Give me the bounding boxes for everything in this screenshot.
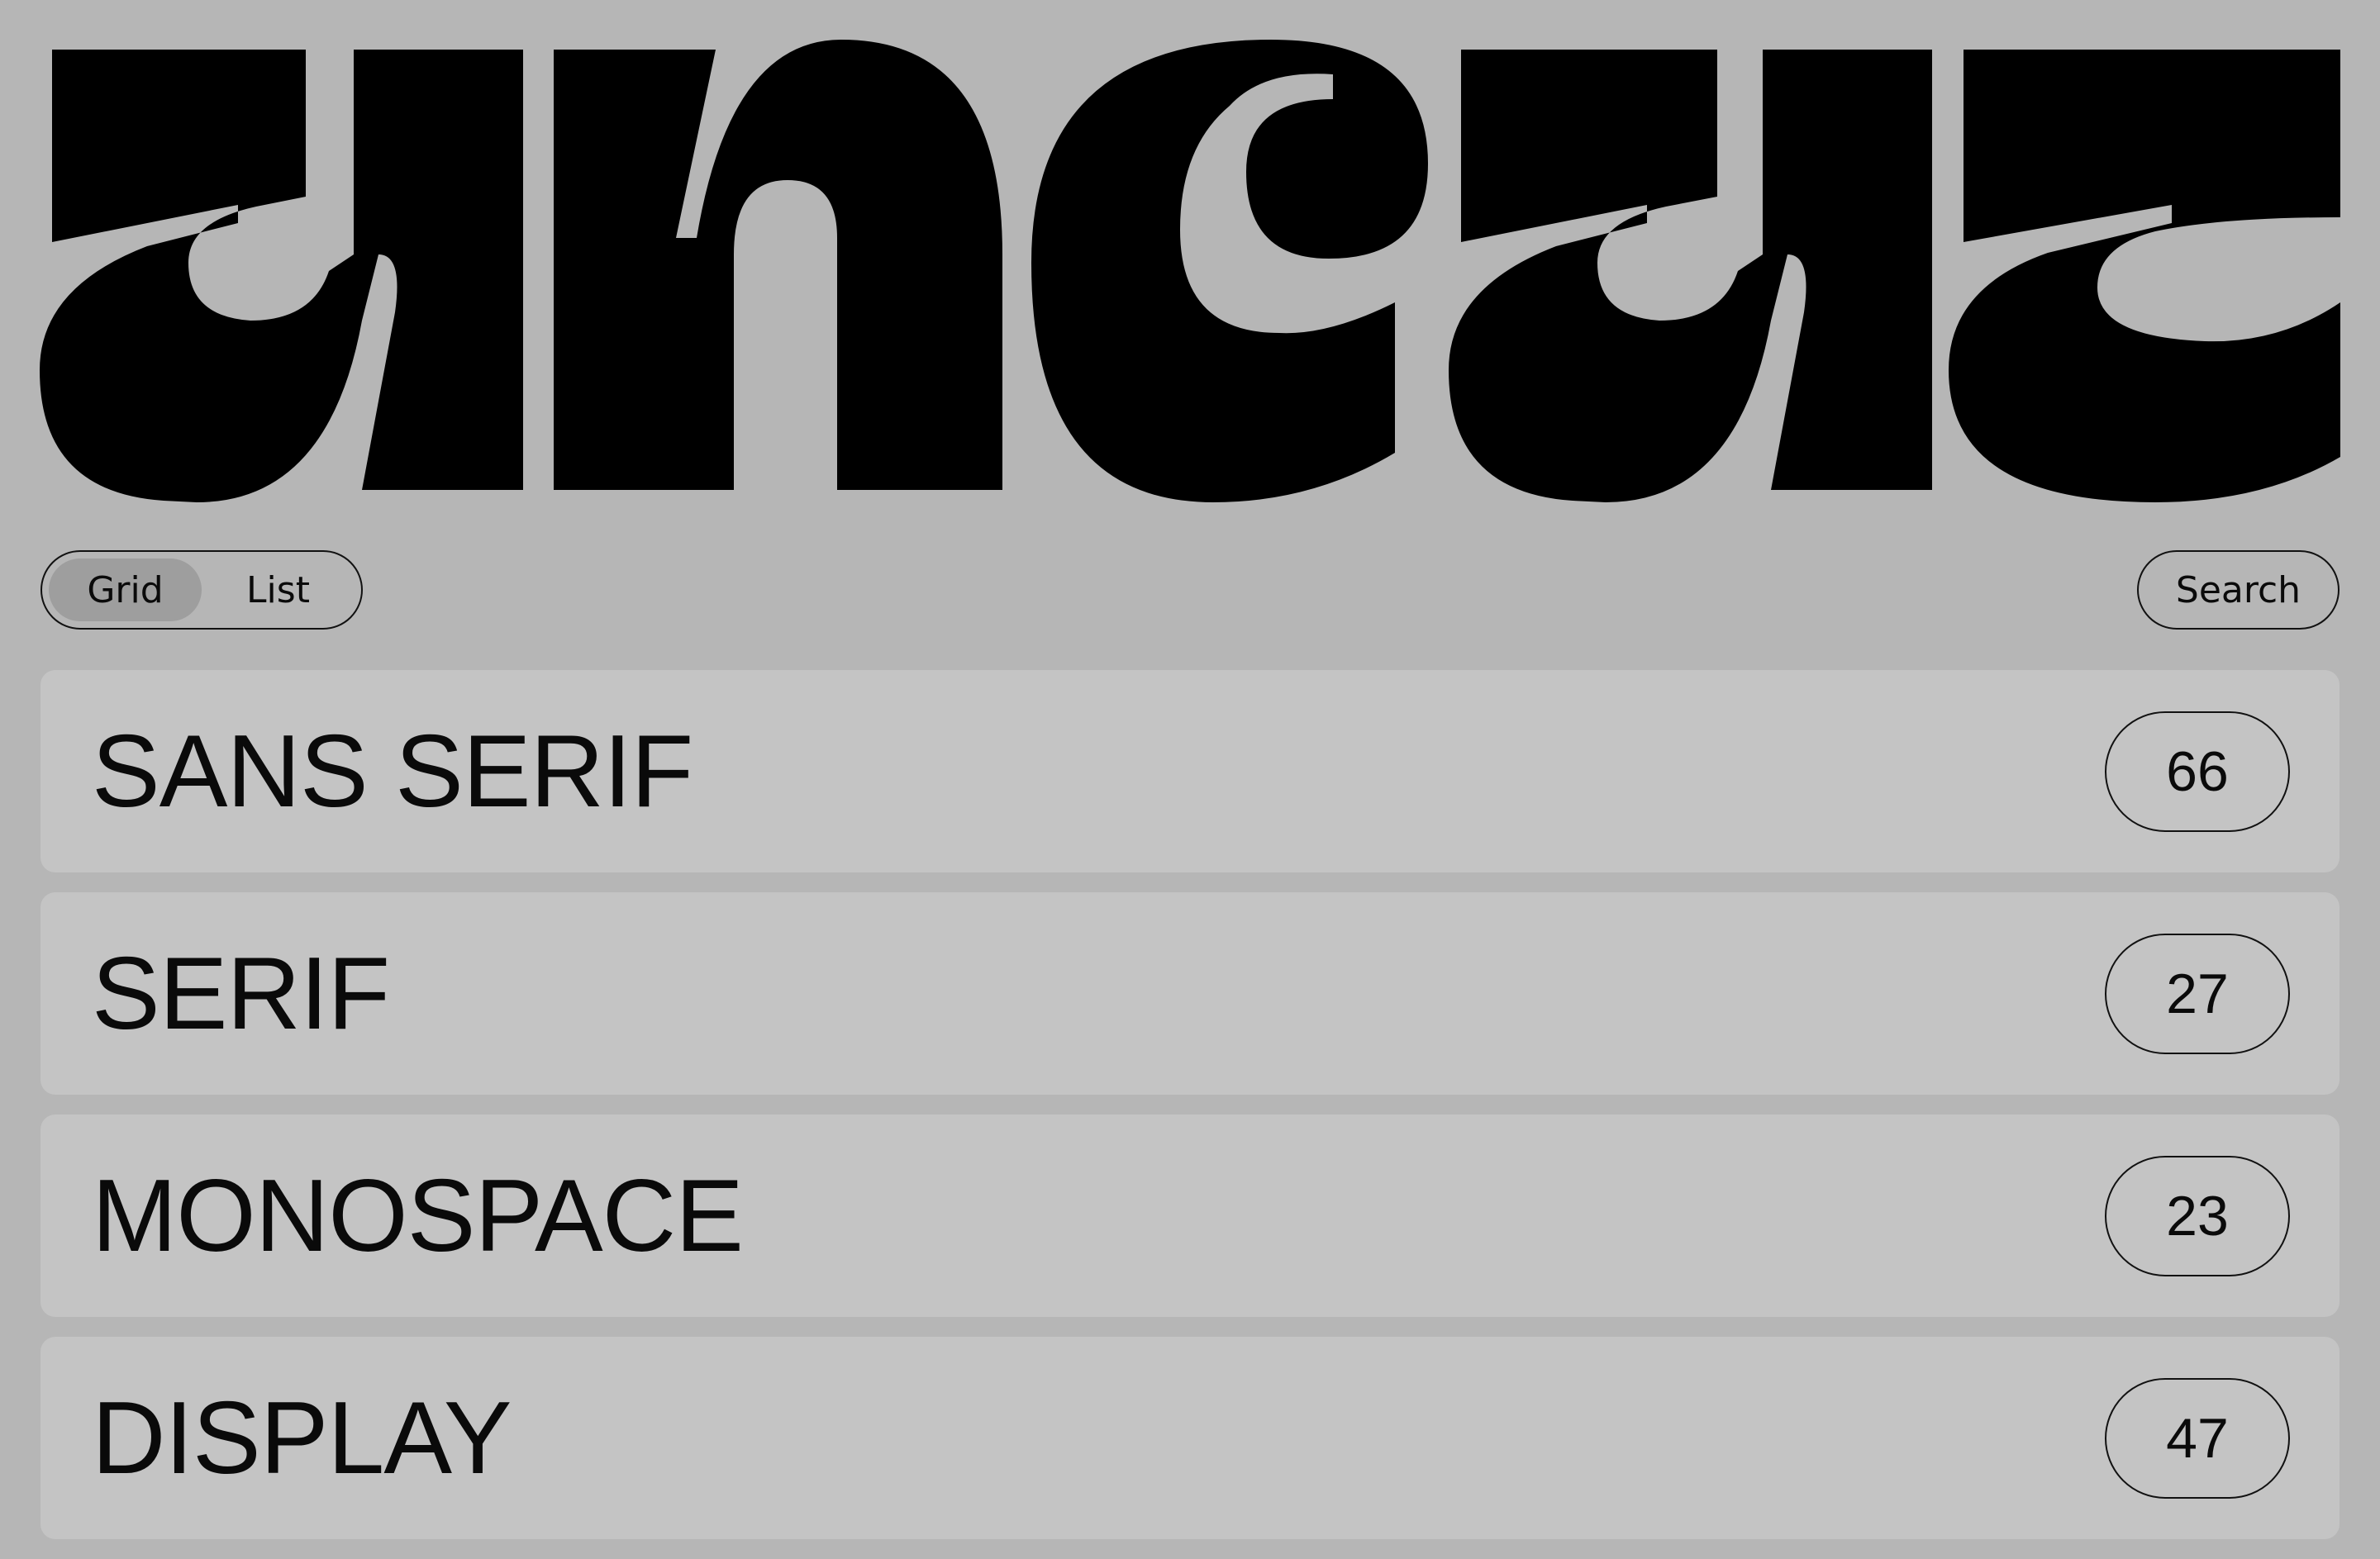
site-logo[interactable]	[40, 40, 2340, 502]
logo-glyph-3	[1031, 40, 1428, 502]
logo-glyph-1	[40, 50, 378, 502]
logo-wordmark	[40, 40, 2340, 502]
view-option-grid[interactable]: Grid	[49, 558, 202, 621]
page: Grid List Search SANS SERIF 66 SERIF 27 …	[0, 0, 2380, 1539]
category-row-serif[interactable]: SERIF 27	[40, 892, 2340, 1095]
category-name: MONOSPACE	[92, 1158, 744, 1273]
logo-glyph-4	[1449, 50, 1787, 502]
search-button[interactable]: Search	[2137, 550, 2340, 630]
view-option-list[interactable]: List	[202, 558, 355, 621]
category-name: SANS SERIF	[92, 714, 693, 829]
logo-glyph-4b	[1763, 50, 1932, 490]
logo-glyph-5	[1949, 50, 2340, 502]
toolbar: Grid List Search	[40, 550, 2340, 630]
logo-glyph-1b	[354, 50, 523, 490]
category-list: SANS SERIF 66 SERIF 27 MONOSPACE 23 DISP…	[40, 670, 2340, 1559]
category-name: DISPLAY	[92, 1381, 512, 1495]
category-row-monospace[interactable]: MONOSPACE 23	[40, 1115, 2340, 1317]
category-count-badge: 27	[2105, 933, 2290, 1054]
logo-glyph-2	[554, 40, 1002, 490]
category-count-badge: 66	[2105, 711, 2290, 832]
category-row-display[interactable]: DISPLAY 47	[40, 1337, 2340, 1539]
category-count-badge: 47	[2105, 1377, 2290, 1499]
category-count-badge: 23	[2105, 1155, 2290, 1276]
category-name: SERIF	[92, 936, 390, 1051]
category-row-sans-serif[interactable]: SANS SERIF 66	[40, 670, 2340, 872]
view-toggle: Grid List	[40, 550, 363, 630]
